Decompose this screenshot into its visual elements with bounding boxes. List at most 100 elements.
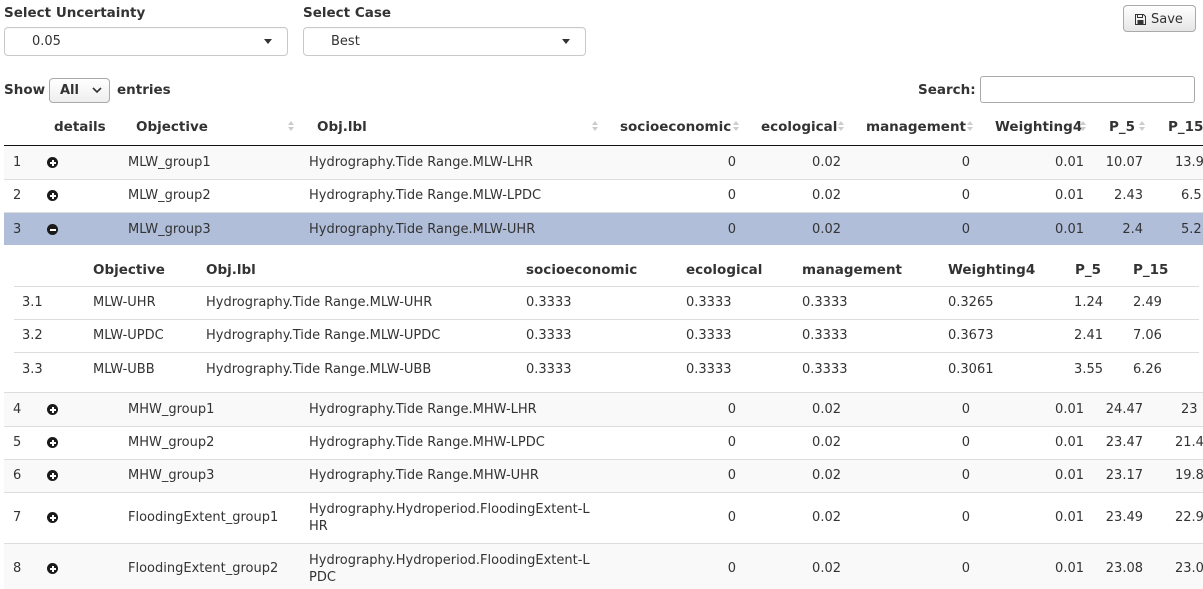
save-icon	[1135, 14, 1146, 25]
management-cell: 0	[961, 435, 970, 450]
socioeconomic-cell: 0	[727, 435, 736, 450]
subtable-row: 3.2 MLW-UPDC Hydrography.Tide Range.MLW-…	[14, 320, 1199, 353]
ecological-cell: 0.02	[812, 155, 841, 170]
obj-lbl-cell: Hydrography.Tide Range.MHW-UHR	[309, 468, 539, 483]
uncertainty-select[interactable]: 0.05	[4, 27, 288, 56]
weighting4-cell: 0.3265	[948, 295, 994, 310]
col-header-obj-lbl[interactable]: Obj.lbl	[317, 119, 367, 135]
table-row[interactable]: 2 MLW_group2 Hydrography.Tide Range.MLW-…	[4, 180, 1203, 213]
sort-icon	[838, 121, 844, 135]
obj-lbl-cell: Hydrography.Tide Range.MLW-UHR	[309, 222, 536, 237]
p15-cell: 2.49	[1133, 295, 1162, 310]
p5-cell: 10.07	[1105, 155, 1143, 170]
row-index: 2	[13, 188, 22, 203]
p15-cell: 6.5	[1181, 188, 1202, 203]
col-header-p5[interactable]: P_5	[1109, 119, 1135, 135]
p15-cell: 13.9	[1175, 155, 1203, 170]
weighting4-cell: 0.01	[1055, 402, 1084, 417]
objective-cell: MHW_group2	[128, 435, 215, 450]
save-button[interactable]: Save	[1123, 5, 1196, 32]
management-cell: 0	[961, 510, 970, 525]
p5-cell: 23.49	[1105, 510, 1143, 525]
save-button-label: Save	[1151, 12, 1183, 27]
obj-lbl-cell: Hydrography.Tide Range.MHW-LPDC	[309, 435, 545, 450]
row-index: 5	[13, 435, 22, 450]
table-row[interactable]: 5 MHW_group2 Hydrography.Tide Range.MHW-…	[4, 427, 1203, 460]
col-header-details[interactable]: details	[54, 119, 106, 135]
weighting4-cell: 0.3061	[948, 362, 994, 377]
management-cell: 0	[961, 561, 970, 576]
p15-cell: 23.0	[1175, 561, 1203, 576]
collapse-icon[interactable]	[47, 224, 58, 235]
show-entries-value: All	[60, 83, 79, 98]
sort-icon	[967, 121, 973, 135]
p5-cell: 3.55	[1074, 362, 1103, 377]
p15-cell: 7.06	[1133, 328, 1162, 343]
obj-lbl-cell: Hydrography.Tide Range.MLW-LPDC	[309, 188, 542, 203]
table-row[interactable]: 7 FloodingExtent_group1 Hydrography.Hydr…	[4, 493, 1203, 544]
weighting4-cell: 0.3673	[948, 328, 994, 343]
socioeconomic-cell: 0.3333	[526, 362, 572, 377]
management-cell: 0	[961, 402, 970, 417]
search-input[interactable]	[980, 76, 1195, 103]
sub-header-weighting4: Weighting4	[948, 262, 1036, 278]
col-header-management[interactable]: management	[866, 119, 966, 135]
management-cell: 0.3333	[802, 328, 848, 343]
case-select[interactable]: Best	[303, 27, 586, 56]
sub-header-ecological: ecological	[686, 262, 763, 278]
socioeconomic-cell: 0	[727, 188, 736, 203]
subtable-row: 3.3 MLW-UBB Hydrography.Tide Range.MLW-U…	[14, 353, 1199, 386]
objective-cell: MLW-UBB	[93, 362, 155, 377]
col-header-socioeconomic[interactable]: socioeconomic	[620, 119, 731, 135]
socioeconomic-cell: 0	[727, 155, 736, 170]
search-label: Search:	[918, 82, 976, 98]
socioeconomic-cell: 0.3333	[526, 295, 572, 310]
expand-icon[interactable]	[47, 404, 58, 415]
row-index: 8	[13, 561, 22, 576]
expand-icon[interactable]	[47, 157, 58, 168]
row-index: 4	[13, 402, 22, 417]
expand-icon[interactable]	[47, 512, 58, 523]
obj-lbl-cell: Hydrography.Tide Range.MLW-LHR	[309, 155, 533, 170]
ecological-cell: 0.3333	[686, 328, 732, 343]
sub-header-p15: P_15	[1133, 262, 1169, 278]
weighting4-cell: 0.01	[1055, 510, 1084, 525]
weighting4-cell: 0.01	[1055, 468, 1084, 483]
socioeconomic-cell: 0	[727, 468, 736, 483]
p15-cell: 5.2	[1181, 222, 1202, 237]
objective-cell: MHW_group1	[128, 402, 215, 417]
sub-header-objective: Objective	[93, 262, 165, 278]
table-row[interactable]: 8 FloodingExtent_group2 Hydrography.Hydr…	[4, 544, 1203, 589]
p5-cell: 24.47	[1105, 402, 1143, 417]
weighting4-cell: 0.01	[1055, 155, 1084, 170]
expand-icon[interactable]	[47, 190, 58, 201]
col-header-p15[interactable]: P_15	[1168, 119, 1203, 135]
table-row[interactable]: 1 MLW_group1 Hydrography.Tide Range.MLW-…	[4, 146, 1203, 180]
col-header-objective[interactable]: Objective	[136, 119, 208, 135]
p15-cell: 22.9	[1175, 510, 1203, 525]
expand-icon[interactable]	[47, 437, 58, 448]
objective-cell: MLW-UHR	[93, 295, 156, 310]
col-header-ecological[interactable]: ecological	[761, 119, 837, 135]
table-row[interactable]: 4 MHW_group1 Hydrography.Tide Range.MHW-…	[4, 393, 1203, 427]
uncertainty-value: 0.05	[32, 34, 61, 49]
obj-lbl-cell: Hydrography.Hydroperiod.FloodingExtent-L…	[309, 553, 590, 585]
sort-icon	[733, 121, 739, 135]
table-row-selected[interactable]: 3 MLW_group3 Hydrography.Tide Range.MLW-…	[4, 213, 1203, 245]
sub-header-p5: P_5	[1075, 262, 1102, 278]
socioeconomic-cell: 0	[727, 402, 736, 417]
socioeconomic-cell: 0.3333	[526, 328, 572, 343]
sub-header-obj-lbl: Obj.lbl	[206, 262, 256, 278]
row-index: 1	[13, 155, 22, 170]
p5-cell: 2.43	[1114, 188, 1143, 203]
obj-lbl-cell: Hydrography.Tide Range.MLW-UHR	[206, 295, 433, 310]
sort-icon	[1139, 121, 1145, 135]
expand-icon[interactable]	[47, 470, 58, 481]
table-row[interactable]: 6 MHW_group3 Hydrography.Tide Range.MHW-…	[4, 460, 1203, 493]
sub-header-socioeconomic: socioeconomic	[526, 262, 638, 278]
weighting4-cell: 0.01	[1055, 561, 1084, 576]
expand-icon[interactable]	[47, 563, 58, 574]
show-entries-select[interactable]: All	[49, 78, 110, 103]
col-header-weighting4[interactable]: Weighting4	[995, 119, 1082, 135]
ecological-cell: 0.3333	[686, 362, 732, 377]
